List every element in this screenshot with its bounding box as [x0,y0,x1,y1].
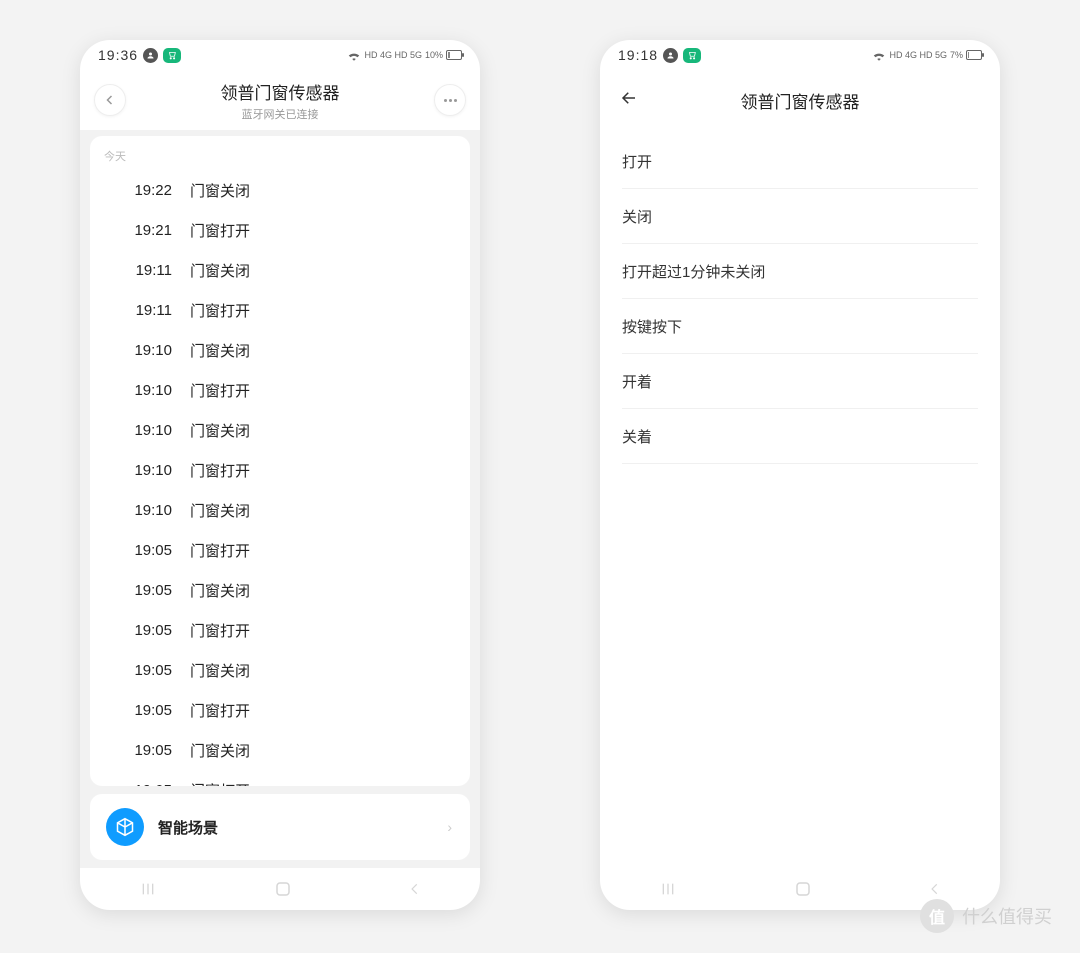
log-row[interactable]: 19:10门窗关闭 [90,410,470,450]
log-time: 19:10 [104,342,190,359]
log-card: 今天 19:22门窗关闭19:21门窗打开19:11门窗关闭19:11门窗打开1… [90,136,470,786]
log-row[interactable]: 19:05门窗打开 [90,610,470,650]
log-event: 门窗关闭 [190,580,250,601]
page-subtitle: 蓝牙网关已连接 [221,106,340,122]
nav-home[interactable] [274,880,292,898]
log-row[interactable]: 19:22门窗关闭 [90,170,470,210]
nav-back[interactable] [928,881,942,897]
user-icon [143,48,158,63]
smart-scene-card[interactable]: 智能场景 › [90,794,470,860]
log-row[interactable]: 19:05门窗打开 [90,530,470,570]
option-row[interactable]: 按键按下 [622,299,978,354]
chevron-right-icon: › [447,819,452,835]
back-button[interactable] [618,87,640,113]
log-row[interactable]: 19:10门窗关闭 [90,490,470,530]
log-row[interactable]: 19:10门窗打开 [90,370,470,410]
log-event: 门窗关闭 [190,740,250,761]
log-time: 19:05 [104,702,190,719]
log-time: 19:05 [104,582,190,599]
option-row[interactable]: 打开 [622,134,978,189]
log-event: 门窗打开 [190,700,250,721]
cart-badge-icon [163,48,181,63]
log-row[interactable]: 19:05门窗打开 [90,770,470,786]
log-time: 19:05 [104,542,190,559]
app-header: 领普门窗传感器 [600,70,1000,130]
app-header: 领普门窗传感器 蓝牙网关已连接 [80,70,480,130]
cube-icon [106,808,144,846]
cart-badge-icon [683,48,701,63]
log-event: 门窗打开 [190,380,250,401]
log-event: 门窗打开 [190,540,250,561]
phone-left: 19:36 HD 4G HD 5G 10% 领普门窗传感器 蓝牙网关已连接 [80,40,480,910]
watermark-badge: 值 [920,899,954,933]
log-row[interactable]: 19:05门窗打开 [90,690,470,730]
log-row[interactable]: 19:10门窗关闭 [90,330,470,370]
log-row[interactable]: 19:11门窗打开 [90,290,470,330]
phone-right: 19:18 HD 4G HD 5G 7% 领普门窗传感器 打开关闭打开超过1分钟… [600,40,1000,910]
option-row[interactable]: 开着 [622,354,978,409]
log-event: 门窗关闭 [190,420,250,441]
nav-recents[interactable] [138,881,158,897]
log-event: 门窗打开 [190,220,250,241]
log-row[interactable]: 19:05门窗关闭 [90,730,470,770]
log-event: 门窗关闭 [190,260,250,281]
option-row[interactable]: 打开超过1分钟未关闭 [622,244,978,299]
signal-text: HD 4G HD 5G [364,50,422,60]
battery-icon [446,50,462,60]
log-event: 门窗打开 [190,460,250,481]
log-row[interactable]: 19:21门窗打开 [90,210,470,250]
log-time: 19:11 [104,302,190,319]
option-row[interactable]: 关闭 [622,189,978,244]
page-title: 领普门窗传感器 [221,79,340,104]
log-time: 19:05 [104,622,190,639]
user-icon [663,48,678,63]
log-event: 门窗关闭 [190,180,250,201]
log-row[interactable]: 19:05门窗关闭 [90,570,470,610]
watermark: 值 什么值得买 [920,899,1052,933]
log-event: 门窗关闭 [190,340,250,361]
log-list: 19:22门窗关闭19:21门窗打开19:11门窗关闭19:11门窗打开19:1… [90,170,470,786]
wifi-icon [872,50,886,61]
log-time: 19:11 [104,262,190,279]
log-event: 门窗关闭 [190,660,250,681]
nav-home[interactable] [794,880,812,898]
log-time: 19:05 [104,742,190,759]
battery-text: 10% [425,50,443,60]
log-time: 19:05 [104,662,190,679]
log-row[interactable]: 19:10门窗打开 [90,450,470,490]
nav-bar [80,868,480,910]
log-event: 门窗打开 [190,300,250,321]
day-label: 今天 [90,146,470,170]
status-bar: 19:18 HD 4G HD 5G 7% [600,40,1000,70]
nav-recents[interactable] [658,881,678,897]
log-time: 19:22 [104,182,190,199]
wifi-icon [347,50,361,61]
battery-icon [966,50,982,60]
log-event: 门窗打开 [190,780,250,787]
log-event: 门窗打开 [190,620,250,641]
option-list: 打开关闭打开超过1分钟未关闭按键按下开着关着 [600,130,1000,468]
status-bar: 19:36 HD 4G HD 5G 10% [80,40,480,70]
signal-text: HD 4G HD 5G [889,50,947,60]
more-button[interactable] [434,84,466,116]
log-event: 门窗关闭 [190,500,250,521]
log-time: 19:21 [104,222,190,239]
status-time: 19:18 [618,47,658,63]
log-row[interactable]: 19:05门窗关闭 [90,650,470,690]
log-time: 19:10 [104,502,190,519]
page-title: 领普门窗传感器 [741,88,860,113]
smart-scene-label: 智能场景 [158,817,218,838]
log-time: 19:10 [104,382,190,399]
status-time: 19:36 [98,47,138,63]
battery-text: 7% [950,50,963,60]
log-time: 19:05 [104,782,190,787]
option-row[interactable]: 关着 [622,409,978,464]
back-button[interactable] [94,84,126,116]
log-row[interactable]: 19:11门窗关闭 [90,250,470,290]
log-time: 19:10 [104,422,190,439]
watermark-text: 什么值得买 [962,903,1052,929]
log-time: 19:10 [104,462,190,479]
nav-back[interactable] [408,881,422,897]
